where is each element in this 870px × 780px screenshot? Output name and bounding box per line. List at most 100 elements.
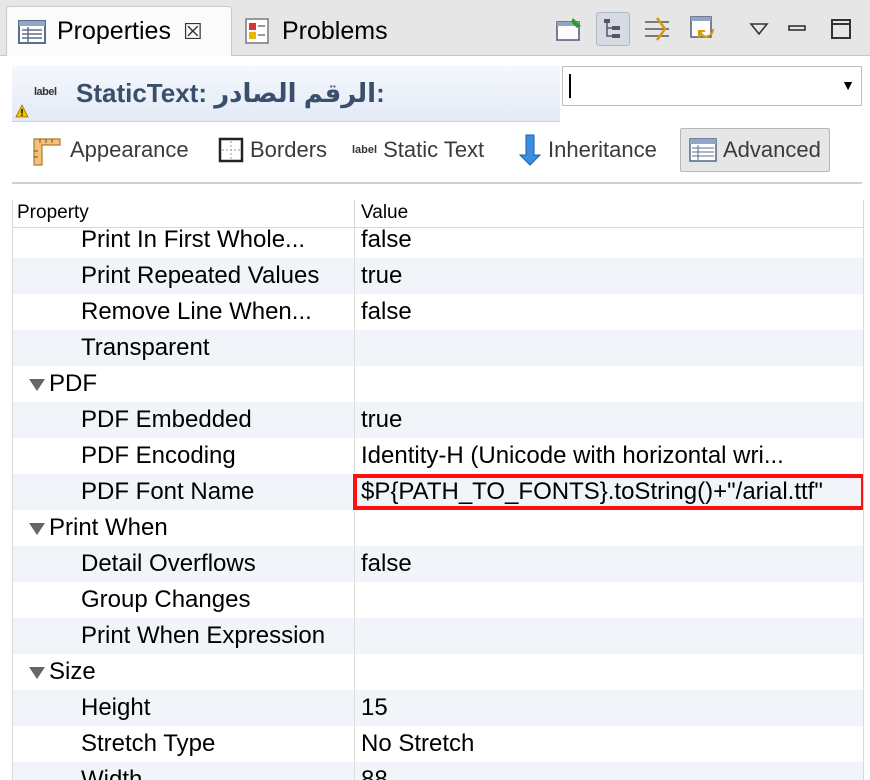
view-tab-bar: Properties ☒ Problems <box>0 0 870 56</box>
properties-icon <box>17 17 47 47</box>
table-row[interactable]: Print When Expression <box>13 618 863 654</box>
property-name: PDF Embedded <box>81 406 252 433</box>
tab-problems-label: Problems <box>282 16 388 45</box>
property-name: Print Repeated Values <box>81 262 320 289</box>
column-divider <box>354 438 355 474</box>
column-header-property[interactable]: Property <box>17 202 89 224</box>
text-caret <box>569 74 571 98</box>
column-divider[interactable] <box>354 200 355 228</box>
properties-panel: label StaticText: الرقم الصادر: ▼ Appear… <box>0 56 870 780</box>
collapse-triangle-icon[interactable] <box>29 667 45 679</box>
tab-problems[interactable]: Problems <box>240 6 440 56</box>
property-value[interactable]: $P{PATH_TO_FONTS}.toString()+"/arial.ttf… <box>361 478 855 506</box>
subtab-static-text[interactable]: label Static Text <box>352 128 484 172</box>
ruler-icon <box>30 133 64 167</box>
property-name: Group Changes <box>81 586 251 613</box>
subtab-appearance-label: Appearance <box>70 137 189 162</box>
subtab-static-text-label: Static Text <box>383 137 485 162</box>
problems-icon <box>242 16 272 46</box>
table-row[interactable]: PDF Embedded true <box>13 402 863 438</box>
restore-icon[interactable] <box>686 12 720 46</box>
column-divider <box>354 510 355 546</box>
property-value[interactable]: true <box>361 406 855 434</box>
section-tabs: Appearance Borders label Static Text Inh… <box>30 128 850 172</box>
property-value[interactable]: 88 <box>361 766 855 780</box>
pin-icon[interactable] <box>552 12 586 46</box>
table-row[interactable]: Transparent <box>13 330 863 366</box>
property-value[interactable]: false <box>361 226 855 254</box>
table-row[interactable]: Group Changes <box>13 582 863 618</box>
group-name: Print When <box>49 514 168 541</box>
collapse-triangle-icon[interactable] <box>29 523 45 535</box>
property-value[interactable]: true <box>361 262 855 290</box>
column-divider <box>354 330 355 366</box>
view-menu-icon[interactable] <box>742 12 776 46</box>
close-icon[interactable]: ☒ <box>183 19 203 45</box>
table-row[interactable]: Detail Overflows false <box>13 546 863 582</box>
borders-icon <box>218 137 244 163</box>
property-value[interactable]: 15 <box>361 694 855 722</box>
dropdown-arrow-icon[interactable]: ▼ <box>841 77 855 93</box>
property-name: Transparent <box>81 334 210 361</box>
property-name: Stretch Type <box>81 730 216 757</box>
table-row[interactable]: Width 88 <box>13 762 863 780</box>
group-name: PDF <box>49 370 97 397</box>
column-divider <box>354 258 355 294</box>
column-divider <box>354 654 355 690</box>
property-value[interactable]: Identity-H (Unicode with horizontal wri.… <box>361 442 855 470</box>
element-title: StaticText: الرقم الصادر: <box>76 78 385 108</box>
column-header-value[interactable]: Value <box>361 202 408 224</box>
column-divider <box>354 402 355 438</box>
group-row-print-when[interactable]: Print When <box>13 510 863 546</box>
table-row[interactable]: PDF Encoding Identity-H (Unicode with hor… <box>13 438 863 474</box>
column-divider <box>354 474 355 510</box>
minimize-icon[interactable] <box>780 12 814 46</box>
subtab-borders[interactable]: Borders <box>218 128 327 172</box>
property-value[interactable]: false <box>361 298 855 326</box>
column-divider <box>354 546 355 582</box>
inheritance-arrow-icon <box>518 133 542 167</box>
subtab-inheritance-label: Inheritance <box>548 137 657 162</box>
column-divider <box>354 294 355 330</box>
property-name: Print When Expression <box>81 622 326 649</box>
column-divider <box>354 618 355 654</box>
column-divider <box>354 690 355 726</box>
collapse-triangle-icon[interactable] <box>29 379 45 391</box>
property-name: Detail Overflows <box>81 550 256 577</box>
subtab-inheritance[interactable]: Inheritance <box>518 128 657 172</box>
property-name: PDF Encoding <box>81 442 236 469</box>
column-divider <box>354 366 355 402</box>
property-table: Print In First Whole... false Print Repea… <box>12 200 864 780</box>
group-row-pdf[interactable]: PDF <box>13 366 863 402</box>
tree-view-icon[interactable] <box>596 12 630 46</box>
table-row[interactable]: Stretch Type No Stretch <box>13 726 863 762</box>
table-row[interactable]: Print Repeated Values true <box>13 258 863 294</box>
subtab-advanced-label: Advanced <box>723 137 821 162</box>
subtab-advanced[interactable]: Advanced <box>680 128 830 172</box>
maximize-icon[interactable] <box>824 12 858 46</box>
column-divider <box>354 762 355 780</box>
subtab-appearance[interactable]: Appearance <box>30 128 189 172</box>
property-name: Height <box>81 694 151 721</box>
table-header: Property Value <box>13 200 863 228</box>
table-row[interactable]: Height 15 <box>13 690 863 726</box>
tab-properties[interactable]: Properties ☒ <box>6 6 232 56</box>
filter-icon[interactable] <box>640 12 674 46</box>
table-row[interactable]: Remove Line When... false <box>13 294 863 330</box>
subtab-borders-label: Borders <box>250 137 328 162</box>
group-row-size[interactable]: Size <box>13 654 863 690</box>
property-name: Print In First Whole... <box>81 226 306 253</box>
tab-properties-label: Properties <box>57 17 171 45</box>
element-title-bar: label StaticText: الرقم الصادر: <box>12 66 560 122</box>
group-name: Size <box>49 658 96 685</box>
warning-icon <box>15 104 29 123</box>
property-value[interactable]: No Stretch <box>361 730 855 758</box>
table-row[interactable]: PDF Font Name $P{PATH_TO_FONTS}.toString(… <box>13 474 863 510</box>
property-name: Remove Line When... <box>81 298 312 325</box>
divider <box>12 182 862 184</box>
element-selector-combo[interactable]: ▼ <box>562 66 862 106</box>
property-name: PDF Font Name <box>81 478 255 505</box>
table-icon <box>689 138 717 162</box>
label-icon: label <box>352 144 378 156</box>
property-value[interactable]: false <box>361 550 855 578</box>
